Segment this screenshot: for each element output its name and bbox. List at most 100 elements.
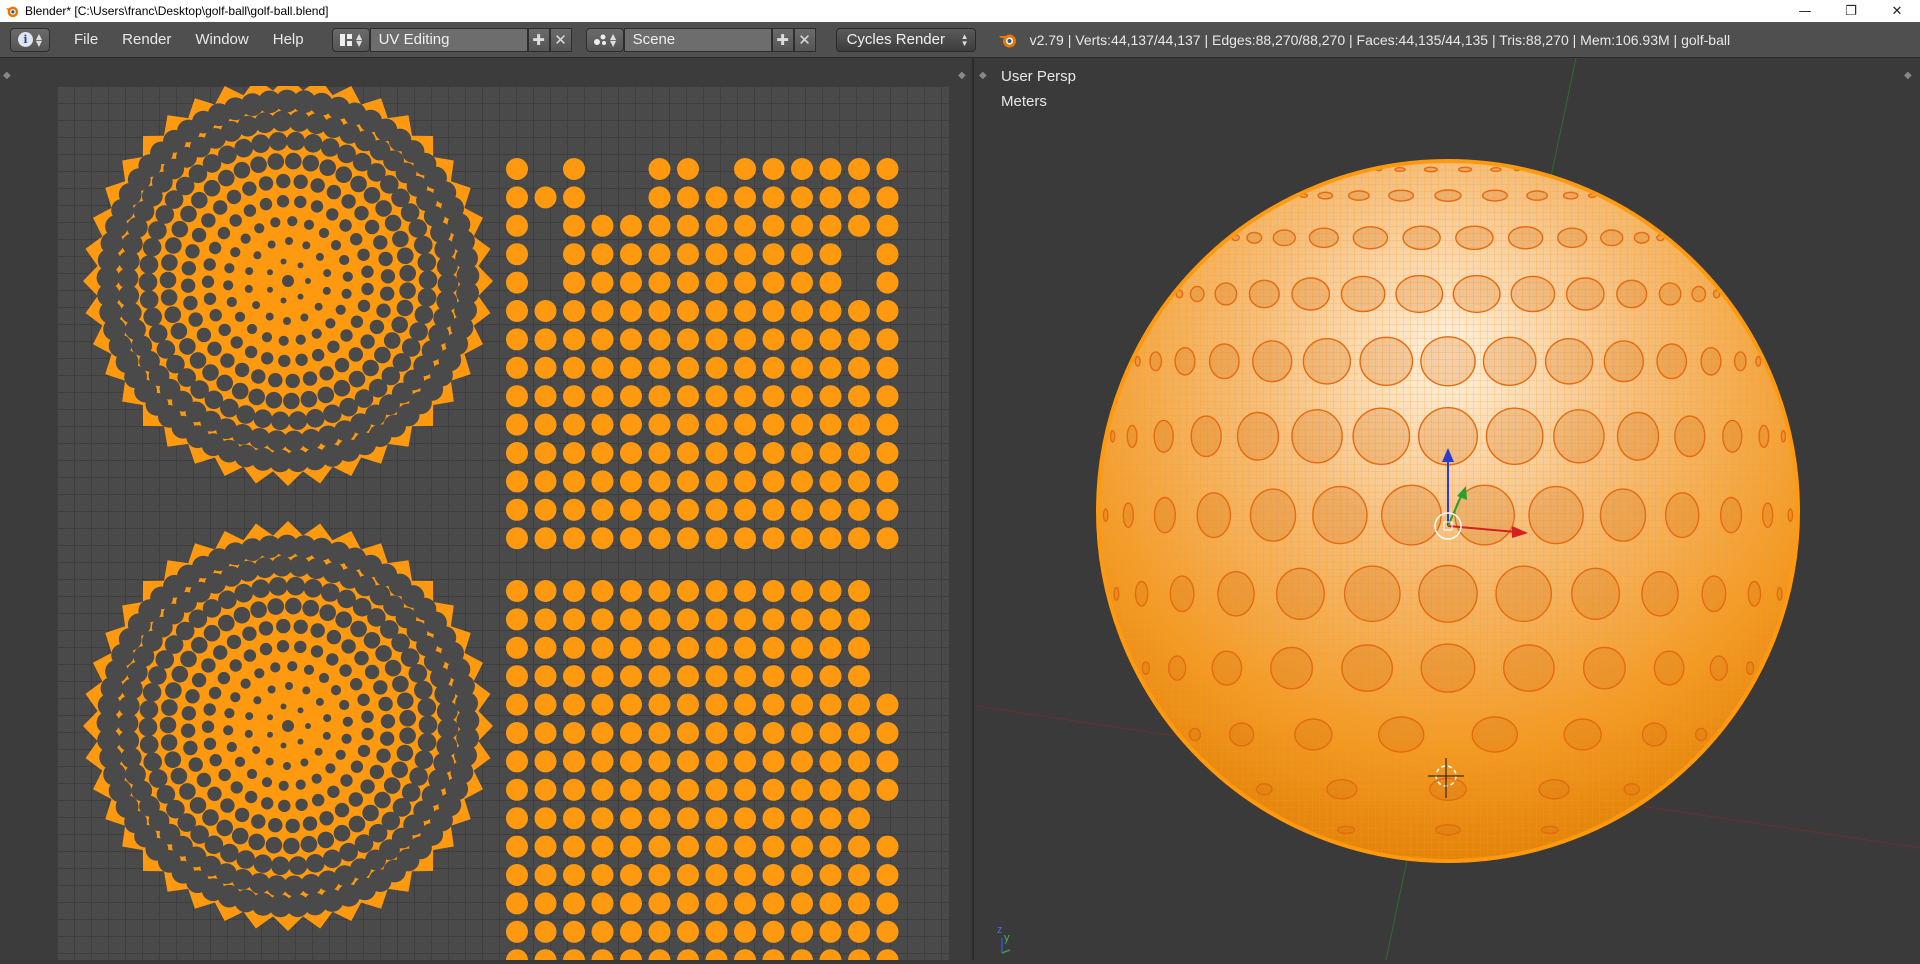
uv-dimple-island[interactable]	[677, 778, 699, 801]
uv-dimple-island[interactable]	[876, 722, 899, 744]
uv-dimple-island[interactable]	[506, 470, 528, 493]
uv-dimple-island[interactable]	[563, 300, 585, 322]
uv-dimple-island[interactable]	[620, 835, 642, 858]
uv-dimple-island[interactable]	[819, 693, 842, 716]
uv-dimple-island[interactable]	[677, 300, 699, 322]
uv-dimple-island[interactable]	[648, 385, 671, 408]
uv-dimple-island[interactable]	[876, 527, 899, 550]
uv-dimple-island[interactable]	[762, 636, 785, 659]
uv-dimple-island[interactable]	[591, 949, 614, 964]
minimize-button[interactable]: —	[1782, 0, 1828, 22]
uv-dimple-island[interactable]	[620, 328, 642, 351]
uv-dimple-island[interactable]	[762, 807, 785, 830]
uv-dimple-island[interactable]	[534, 470, 557, 493]
uv-dimple-island[interactable]	[762, 949, 785, 964]
uv-radial-island[interactable]	[83, 76, 493, 486]
uv-dimple-island[interactable]	[563, 442, 585, 464]
uv-dimple-island[interactable]	[762, 158, 785, 180]
uv-dimple-island[interactable]	[819, 186, 842, 209]
uv-dimple-island[interactable]	[819, 385, 842, 408]
uv-dimple-island[interactable]	[762, 920, 785, 943]
uv-dimple-island[interactable]	[819, 608, 842, 631]
uv-dimple-island[interactable]	[620, 892, 642, 915]
uv-dimple-island[interactable]	[506, 271, 528, 294]
uv-dimple-island[interactable]	[876, 214, 899, 237]
uv-dimple-island[interactable]	[677, 920, 699, 943]
uv-dimple-island[interactable]	[762, 271, 785, 294]
uv-dimple-island[interactable]	[791, 778, 813, 801]
uv-dimple-island[interactable]	[677, 527, 699, 550]
uv-dimple-island[interactable]	[791, 356, 813, 379]
uv-dimple-island[interactable]	[705, 527, 728, 550]
uv-dimple-island[interactable]	[648, 356, 671, 379]
uv-dimple-island[interactable]	[677, 722, 699, 744]
uv-dimple-island[interactable]	[876, 243, 899, 266]
menu-render[interactable]: Render	[110, 31, 183, 48]
uv-dimple-island[interactable]	[648, 498, 671, 521]
uv-dimple-island[interactable]	[677, 636, 699, 659]
uv-dimple-island[interactable]	[848, 807, 870, 830]
uv-dimple-island[interactable]	[705, 750, 728, 773]
uv-dimple-island[interactable]	[848, 186, 870, 209]
uv-dimple-island[interactable]	[591, 470, 614, 493]
region-toggle-right-icon[interactable]: ◆	[958, 70, 970, 82]
uv-dimple-island[interactable]	[791, 580, 813, 602]
uv-dimple-island[interactable]	[620, 750, 642, 773]
uv-dimple-island[interactable]	[648, 580, 671, 602]
uv-dimple-island[interactable]	[563, 186, 585, 209]
uv-dimple-island[interactable]	[506, 949, 528, 964]
uv-dimple-island[interactable]	[762, 186, 785, 209]
uv-dimple-island[interactable]	[506, 385, 528, 408]
uv-dimple-island[interactable]	[734, 413, 756, 436]
uv-dimple-island[interactable]	[648, 892, 671, 915]
uv-dimple-island[interactable]	[648, 413, 671, 436]
uv-dimple-island[interactable]	[506, 693, 528, 716]
uv-dimple-island[interactable]	[848, 778, 870, 801]
uv-dimple-island[interactable]	[819, 750, 842, 773]
uv-dimple-island[interactable]	[506, 300, 528, 322]
uv-dimple-island[interactable]	[791, 243, 813, 266]
uv-dimple-island[interactable]	[534, 693, 557, 716]
uv-dimple-island[interactable]	[876, 158, 899, 180]
uv-dimple-island[interactable]	[734, 498, 756, 521]
uv-dimple-island[interactable]	[563, 271, 585, 294]
uv-dimple-island[interactable]	[791, 271, 813, 294]
uv-dimple-island[interactable]	[648, 328, 671, 351]
uv-dimple-island[interactable]	[534, 750, 557, 773]
uv-dimple-island[interactable]	[734, 835, 756, 858]
uv-dimple-island[interactable]	[848, 920, 870, 943]
uv-dimple-island[interactable]	[563, 750, 585, 773]
uv-dimple-island[interactable]	[734, 186, 756, 209]
uv-dimple-island[interactable]	[819, 636, 842, 659]
uv-dimple-island[interactable]	[591, 442, 614, 464]
uv-dimple-island[interactable]	[876, 271, 899, 294]
uv-dimple-island[interactable]	[506, 186, 528, 209]
uv-dimple-island[interactable]	[506, 158, 528, 180]
uv-dimple-island[interactable]	[819, 356, 842, 379]
uv-dimple-island[interactable]	[677, 665, 699, 688]
uv-dimple-island[interactable]	[734, 214, 756, 237]
uv-dimple-island[interactable]	[506, 214, 528, 237]
uv-dimple-island[interactable]	[506, 835, 528, 858]
uv-dimple-island[interactable]	[534, 413, 557, 436]
uv-dimple-island[interactable]	[677, 243, 699, 266]
uv-dimple-island[interactable]	[648, 527, 671, 550]
uv-dimple-island[interactable]	[762, 527, 785, 550]
uv-dimple-island[interactable]	[677, 413, 699, 436]
uv-dimple-island[interactable]	[848, 385, 870, 408]
uv-dimple-island[interactable]	[620, 949, 642, 964]
uv-dimple-island[interactable]	[762, 442, 785, 464]
uv-dimple-island[interactable]	[734, 527, 756, 550]
uv-dimple-island[interactable]	[705, 413, 728, 436]
uv-dimple-island[interactable]	[591, 271, 614, 294]
uv-dimple-island[interactable]	[620, 665, 642, 688]
uv-dimple-island[interactable]	[648, 835, 671, 858]
uv-dimple-island[interactable]	[705, 835, 728, 858]
uv-dimple-island[interactable]	[563, 665, 585, 688]
uv-dimple-island[interactable]	[620, 864, 642, 886]
uv-dimple-island[interactable]	[620, 300, 642, 322]
uv-dimple-island[interactable]	[591, 243, 614, 266]
uv-dimple-island[interactable]	[848, 413, 870, 436]
uv-dimple-island[interactable]	[734, 949, 756, 964]
uv-dimple-island[interactable]	[876, 413, 899, 436]
